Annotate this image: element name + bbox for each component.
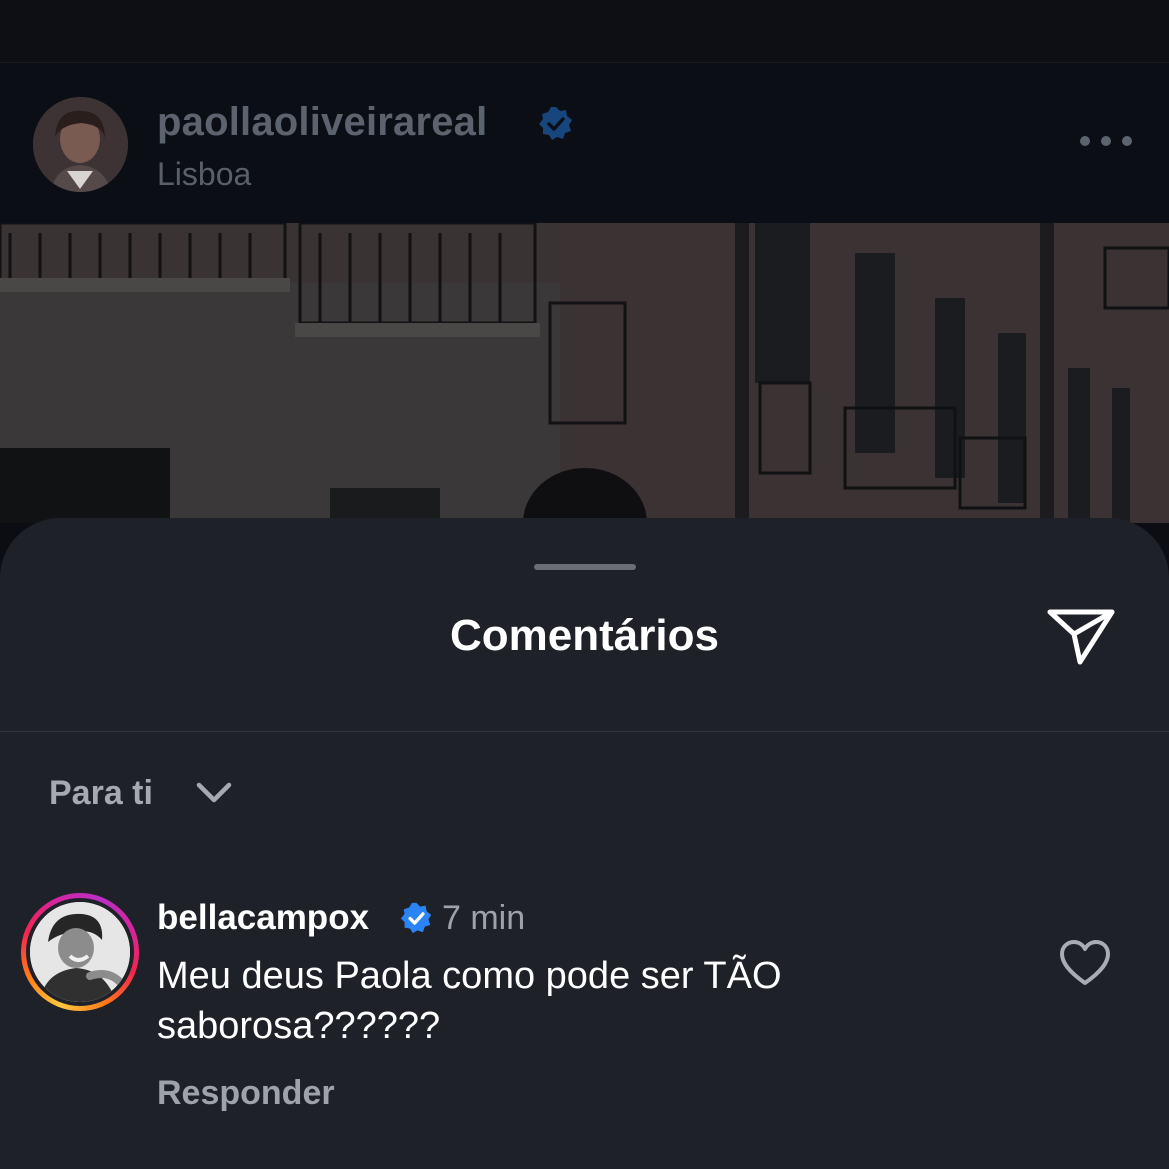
- reply-button[interactable]: Responder: [157, 1071, 335, 1115]
- post-image[interactable]: [0, 223, 1169, 523]
- post-username[interactable]: paollaoliveirareal: [157, 98, 487, 146]
- chevron-down-icon[interactable]: [195, 780, 233, 806]
- status-bar-area: [0, 0, 1169, 62]
- comment-timestamp: 7 min: [442, 899, 526, 937]
- avatar-photo: [30, 902, 130, 1002]
- like-comment-button[interactable]: [1058, 938, 1112, 988]
- post-location[interactable]: Lisboa: [157, 153, 251, 195]
- sheet-divider: [0, 731, 1169, 732]
- more-options-button[interactable]: [1076, 124, 1136, 160]
- heart-outline-icon: [1060, 940, 1110, 985]
- commenter-avatar[interactable]: [30, 902, 130, 1002]
- more-horizontal-icon: [1080, 136, 1090, 146]
- comments-title: Comentários: [450, 611, 719, 660]
- comment-text: Meu deus Paola como pode ser TÃO saboros…: [157, 955, 782, 1047]
- post-author-avatar[interactable]: [33, 97, 128, 192]
- sort-label[interactable]: Para ti: [49, 772, 153, 814]
- verified-badge-icon: [400, 902, 432, 934]
- paper-plane-icon: [1047, 609, 1115, 665]
- avatar-photo: [33, 97, 128, 192]
- sheet-grabber-handle[interactable]: [534, 564, 636, 570]
- street-photo: [0, 223, 1169, 523]
- verified-badge-icon: [539, 107, 572, 140]
- share-button[interactable]: [1044, 604, 1118, 670]
- comment-username[interactable]: bellacampox: [157, 896, 369, 940]
